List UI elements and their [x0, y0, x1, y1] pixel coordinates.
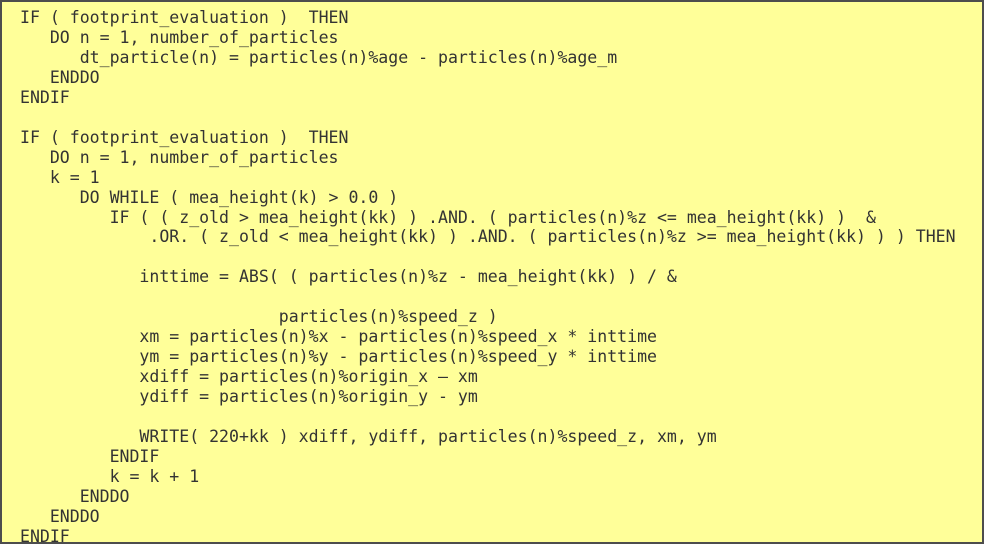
- code-line: xm = particles(n)%x - particles(n)%speed…: [20, 327, 657, 347]
- fortran-source-code[interactable]: IF ( footprint_evaluation ) THEN DO n = …: [20, 8, 982, 544]
- code-line: ENDIF: [20, 526, 70, 544]
- code-line: .OR. ( z_old < mea_height(kk) ) .AND. ( …: [20, 227, 956, 247]
- code-line: ENDDO: [20, 486, 130, 506]
- code-line: dt_particle(n) = particles(n)%age - part…: [20, 47, 618, 67]
- code-line: ENDDO: [20, 67, 100, 87]
- code-line: ydiff = particles(n)%origin_y - ym: [20, 387, 478, 407]
- code-line: ENDDO: [20, 506, 100, 526]
- code-line: IF ( footprint_evaluation ) THEN: [20, 8, 349, 27]
- code-line: inttime = ABS( ( particles(n)%z - mea_he…: [20, 267, 677, 287]
- code-line: ENDIF: [20, 446, 160, 466]
- code-line: DO WHILE ( mea_height(k) > 0.0 ): [20, 187, 399, 207]
- code-line: k = k + 1: [20, 466, 200, 486]
- code-line: IF ( ( z_old > mea_height(kk) ) .AND. ( …: [20, 207, 876, 227]
- code-line: xdiff = particles(n)%origin_x – xm: [20, 367, 478, 387]
- code-line: k = 1: [20, 167, 100, 187]
- code-line: WRITE( 220+kk ) xdiff, ydiff, particles(…: [20, 427, 717, 447]
- code-line: DO n = 1, number_of_particles: [20, 27, 339, 47]
- code-line: ym = particles(n)%y - particles(n)%speed…: [20, 347, 657, 367]
- code-line: ENDIF: [20, 87, 70, 107]
- code-listing-panel: IF ( footprint_evaluation ) THEN DO n = …: [0, 0, 984, 544]
- code-line: IF ( footprint_evaluation ) THEN: [20, 127, 349, 147]
- code-line: DO n = 1, number_of_particles: [20, 147, 339, 167]
- code-line: particles(n)%speed_z ): [20, 307, 498, 327]
